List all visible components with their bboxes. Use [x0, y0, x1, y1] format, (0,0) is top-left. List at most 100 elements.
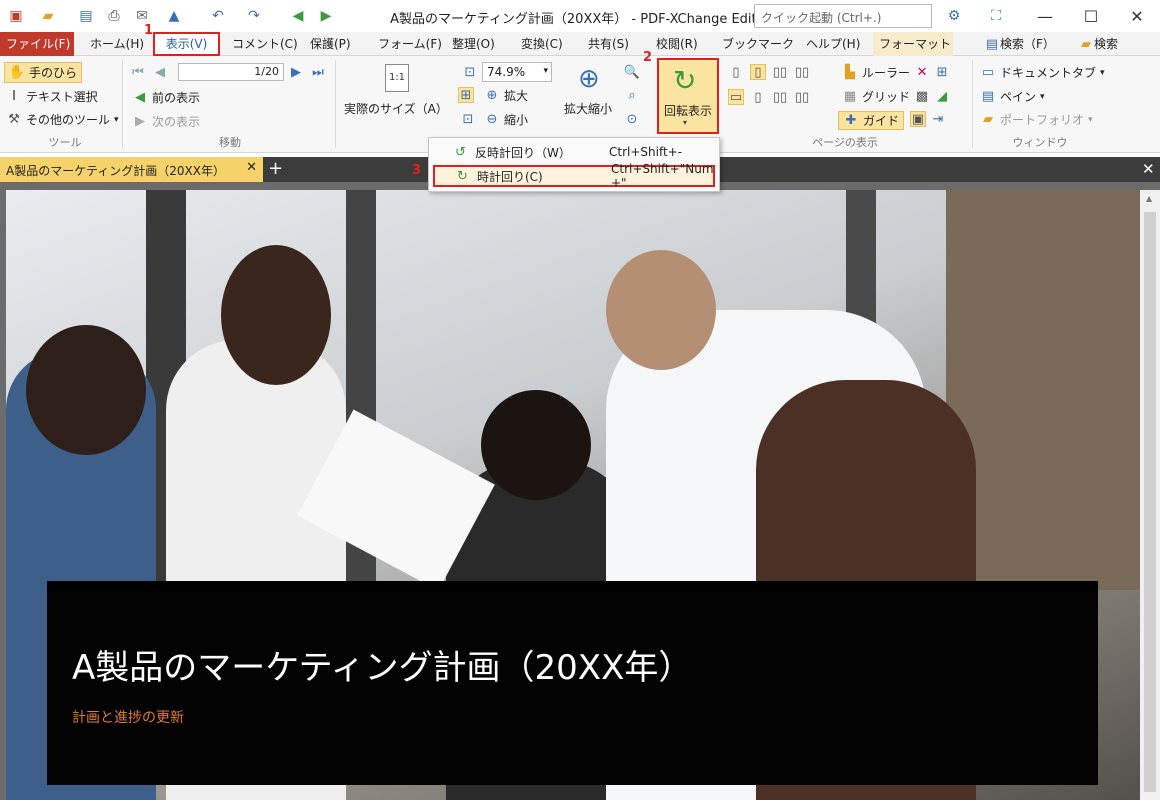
loupe-icon[interactable]: ⌕ — [624, 87, 640, 103]
window-group-label: ウィンドウ — [1012, 136, 1068, 149]
page-display-group-label: ページの表示 — [812, 136, 878, 149]
table-icon: ⊞ — [936, 65, 948, 80]
other-tools-button[interactable]: ⚒ その他のツール ▾ — [6, 111, 118, 128]
separator — [972, 60, 973, 148]
fullscreen-icon[interactable]: ⛶ — [986, 6, 1006, 26]
menu-search-f[interactable]: ▤ 検索（F） — [978, 32, 1061, 56]
grid-icon: ▦ — [843, 89, 857, 104]
menu-review[interactable]: 校閲(R) — [650, 32, 704, 56]
forward-circle-icon: ▶ — [135, 114, 145, 129]
tab-close-icon[interactable]: ✕ — [246, 160, 257, 175]
menu-share[interactable]: 共有(S) — [582, 32, 635, 56]
single-page-icon: ▯ — [732, 64, 740, 80]
menu-home[interactable]: ホーム(H) — [84, 32, 150, 56]
next-page-button[interactable]: ▶ — [288, 64, 304, 80]
next-view-button[interactable]: ▶ 次の表示 — [132, 113, 200, 130]
menu-organize[interactable]: 整理(O) — [446, 32, 501, 56]
menu-search-f-label: 検索（F） — [1000, 37, 1055, 51]
page-layout-row-2[interactable]: ▭ ▯ ▯▯ ▯▯ — [728, 89, 810, 105]
new-tab-icon[interactable]: + — [268, 158, 283, 179]
page-arrange-icon: ▯▯ — [794, 89, 810, 105]
scroll-thumb[interactable] — [1144, 212, 1156, 792]
fit-visible-button[interactable]: ⊡ — [460, 111, 476, 127]
rotate-ccw-shortcut: Ctrl+Shift+- — [609, 145, 683, 159]
actual-size-button[interactable]: 実際のサイズ（A） — [344, 100, 448, 117]
document-tab[interactable]: A製品のマーケティング計画（20XX年） ✕ — [0, 157, 263, 182]
zoom-in-icon: ⊕ — [486, 88, 498, 103]
portfolio-button[interactable]: ▰ ポートフォリオ ▾ — [980, 111, 1093, 128]
text-select-button[interactable]: Ⅰ テキスト選択 — [6, 88, 98, 105]
quick-launch-input[interactable]: クイック起動 (Ctrl+.) — [754, 4, 932, 28]
minimize-button[interactable]: — — [1022, 0, 1068, 32]
portfolio-icon: ▰ — [983, 112, 993, 127]
rotate-clockwise-item[interactable]: ↻ 時計回り(C) Ctrl+Shift+"Num +" — [433, 162, 715, 190]
maximize-button[interactable]: ☐ — [1068, 0, 1114, 32]
zoom-out-icon: ⊖ — [486, 112, 498, 127]
menu-format[interactable]: フォーマット — [873, 32, 953, 56]
rotate-view-button[interactable]: ↻ 回転表示 ▾ — [657, 58, 719, 134]
last-page-icon: ⏭ — [312, 64, 324, 80]
menu-bookmark[interactable]: ブックマーク — [716, 32, 800, 56]
fit-width-button[interactable]: ⊞ — [458, 87, 474, 103]
menu-file[interactable]: ファイル(F) — [0, 32, 74, 56]
text-cursor-icon: Ⅰ — [12, 89, 16, 104]
grid-button[interactable]: ▦ グリッド ▩ ◢ — [842, 88, 950, 105]
zoom-out-button[interactable]: ⊖ 縮小 — [484, 111, 528, 128]
zoom-in-button[interactable]: ⊕ 拡大 — [484, 87, 528, 104]
page-number-field[interactable]: 1/20 — [178, 63, 284, 81]
vertical-scrollbar[interactable]: ▲ — [1140, 190, 1160, 800]
rotate-view-label: 回転表示 — [663, 104, 712, 118]
menu-search[interactable]: ▰ 検索 — [1072, 32, 1124, 56]
rotate-counterclockwise-item[interactable]: ↺ 反時計回り（W） Ctrl+Shift+- — [433, 141, 715, 163]
doc-tabs-button[interactable]: ▭ ドキュメントタブ ▾ — [980, 64, 1105, 81]
settings-icon[interactable]: ⚙ — [944, 6, 964, 26]
guide-extra-button[interactable]: ▣ ⇥ — [910, 111, 946, 127]
last-page-button[interactable]: ⏭ — [310, 64, 326, 80]
pan-zoom-icon[interactable]: ⊙ — [624, 111, 640, 127]
next-view-label: 次の表示 — [152, 115, 201, 129]
prev-view-button[interactable]: ◀ 前の表示 — [132, 89, 200, 106]
separator — [122, 60, 123, 148]
prev-view-label: 前の表示 — [152, 91, 201, 105]
rotate-cw-label: 時計回り(C) — [477, 169, 543, 184]
fit-page-icon[interactable]: ⊡ — [462, 64, 478, 80]
menu-comment[interactable]: コメント(C) — [226, 32, 304, 56]
tools-icon: ⚒ — [8, 112, 20, 127]
menu-form[interactable]: フォーム(F) — [372, 32, 448, 56]
menu-view[interactable]: 表示(V) — [153, 32, 220, 56]
first-page-button[interactable]: ⏮ — [130, 64, 146, 80]
step-3-marker: 3 — [412, 163, 422, 178]
zoom-in-label: 拡大 — [504, 89, 529, 103]
pane-button[interactable]: ▤ ペイン ▾ — [980, 88, 1045, 105]
separator — [335, 60, 336, 148]
zoom-tool-button[interactable]: 拡大縮小 — [564, 100, 612, 117]
zoom-out-label: 縮小 — [504, 113, 529, 127]
menu-help[interactable]: ヘルプ(H) — [800, 32, 866, 56]
text-select-label: テキスト選択 — [26, 90, 98, 104]
close-button[interactable]: ✕ — [1114, 0, 1160, 32]
prev-page-button[interactable]: ◀ — [152, 64, 168, 80]
find-icon: ▤ — [985, 37, 999, 52]
snap-icon: ◢ — [937, 89, 948, 104]
zoom-level-value: 74.9% — [487, 65, 526, 79]
menu-convert[interactable]: 変換(C) — [515, 32, 569, 56]
magnifier-icon[interactable]: 🔍 — [624, 64, 640, 80]
rotate-icon: ↻ — [673, 64, 697, 97]
rotate-ccw-label: 反時計回り（W） — [475, 145, 571, 160]
menu-bar: ファイル(F) ホーム(H) 表示(V) コメント(C) 保護(P) フォーム(… — [0, 32, 1160, 56]
menu-protect[interactable]: 保護(P) — [304, 32, 357, 56]
scroll-up-icon[interactable]: ▲ — [1146, 194, 1152, 203]
ruler-button[interactable]: ▙ ルーラー ✕ ⊞ — [842, 64, 950, 81]
slide-subtitle: 計画と進捗の更新 — [72, 710, 184, 726]
first-page-icon: ⏮ — [132, 64, 144, 80]
step-1-marker: 1 — [144, 23, 154, 38]
title-bar: ▣ ▰ ▤ ⎙ ✉ ▲ ↶ ↷ ◀ ▶ A製品のマーケティング計画（20XX年）… — [0, 0, 1160, 32]
ruler-icon: ▙ — [845, 65, 855, 80]
close-document-icon[interactable]: ✕ — [1142, 160, 1155, 178]
zoom-level-field[interactable]: 74.9% ▾ — [482, 62, 552, 82]
tabs-icon: ▭ — [981, 65, 995, 80]
page-layout-row-1[interactable]: ▯ ▯ ▯▯ ▯▯ — [728, 64, 810, 80]
hand-tool-button[interactable]: ✋ 手のひら — [4, 62, 83, 83]
continuous-page-icon: ▯ — [750, 64, 766, 80]
guide-button[interactable]: ✚ ガイド — [838, 111, 905, 130]
